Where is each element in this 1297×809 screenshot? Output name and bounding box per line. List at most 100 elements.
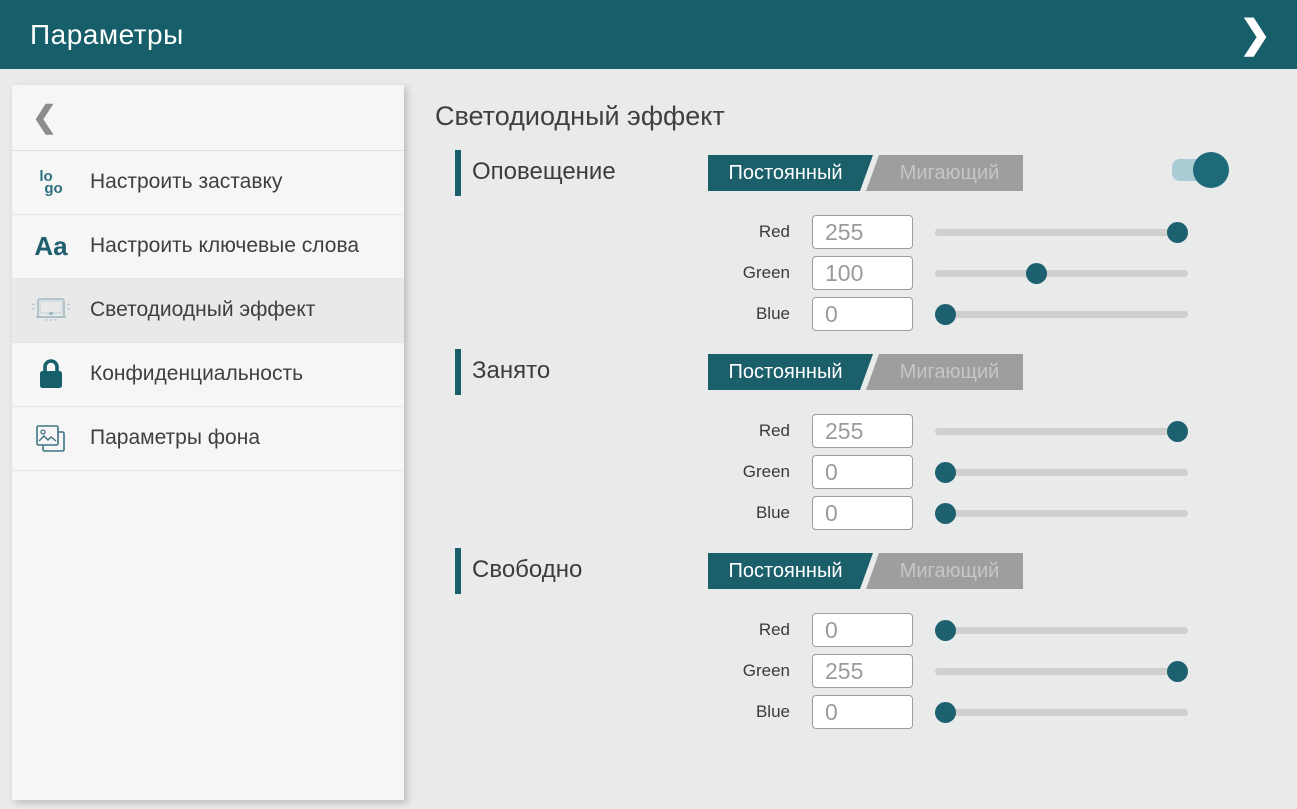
channel-label: Red [435, 620, 790, 640]
sidebar-item-label: Настроить ключевые слова [90, 233, 359, 259]
green-value-input[interactable] [812, 654, 913, 688]
accent-bar [455, 548, 461, 594]
red-slider[interactable] [935, 613, 1188, 647]
channel-row-red: Red [435, 613, 1235, 647]
channel-row-blue: Blue [435, 297, 1235, 331]
red-value-input[interactable] [812, 414, 913, 448]
mode-toggle: Постоянный Мигающий [708, 155, 1023, 191]
lock-icon [12, 358, 90, 392]
mode-blink-button[interactable]: Мигающий [866, 155, 1023, 191]
led-screen-icon [12, 296, 90, 326]
accent-bar [455, 349, 461, 395]
channel-label: Blue [435, 304, 790, 324]
slider-track [935, 709, 1188, 716]
chevron-right-icon[interactable]: ❯ [1239, 16, 1271, 54]
rgb-channels: Red Green Blue [435, 215, 1235, 331]
slider-track [935, 229, 1188, 236]
green-slider[interactable] [935, 455, 1188, 489]
channel-label: Red [435, 222, 790, 242]
section-name: Занято [472, 357, 550, 385]
sidebar-collapse-button[interactable]: ❮ [12, 85, 404, 151]
slider-track [935, 668, 1188, 675]
sidebar-item-label: Параметры фона [90, 425, 260, 451]
channel-row-blue: Blue [435, 496, 1235, 530]
slider-track [935, 428, 1188, 435]
section-header-free: Свободно Постоянный Мигающий [435, 548, 1235, 594]
sidebar: ❮ logo Настроить заставку Aa Настроить к… [12, 85, 404, 800]
slider-thumb[interactable] [935, 702, 956, 723]
slider-thumb[interactable] [935, 620, 956, 641]
red-value-input[interactable] [812, 215, 913, 249]
blue-slider[interactable] [935, 496, 1188, 530]
blue-value-input[interactable] [812, 496, 913, 530]
sidebar-item-background[interactable]: Параметры фона [12, 407, 404, 471]
green-slider[interactable] [935, 256, 1188, 290]
slider-thumb[interactable] [1026, 263, 1047, 284]
mode-solid-button[interactable]: Постоянный [708, 155, 873, 191]
section-header-notification: Оповещение Постоянный Мигающий [435, 150, 1235, 196]
sidebar-item-keywords[interactable]: Aa Настроить ключевые слова [12, 215, 404, 279]
channel-label: Red [435, 421, 790, 441]
main-content: Светодиодный эффект Оповещение Постоянны… [435, 69, 1235, 809]
sidebar-item-splash-screen[interactable]: logo Настроить заставку [12, 151, 404, 215]
channel-label: Green [435, 661, 790, 681]
app-header: Параметры ❯ [0, 0, 1297, 69]
channel-label: Blue [435, 503, 790, 523]
blue-slider[interactable] [935, 695, 1188, 729]
channel-label: Green [435, 462, 790, 482]
rgb-channels: Red Green Blue [435, 613, 1235, 729]
slider-thumb[interactable] [935, 304, 956, 325]
mode-solid-button[interactable]: Постоянный [708, 553, 873, 589]
slider-thumb[interactable] [935, 462, 956, 483]
keywords-icon: Aa [12, 231, 90, 262]
red-value-input[interactable] [812, 613, 913, 647]
channel-label: Green [435, 263, 790, 283]
mode-blink-button[interactable]: Мигающий [866, 354, 1023, 390]
blue-slider[interactable] [935, 297, 1188, 331]
red-slider[interactable] [935, 215, 1188, 249]
slider-thumb[interactable] [1167, 661, 1188, 682]
slider-thumb[interactable] [1167, 222, 1188, 243]
mode-solid-button[interactable]: Постоянный [708, 354, 873, 390]
channel-row-green: Green [435, 455, 1235, 489]
mode-toggle: Постоянный Мигающий [708, 553, 1023, 589]
mode-toggle: Постоянный Мигающий [708, 354, 1023, 390]
mode-blink-button[interactable]: Мигающий [866, 553, 1023, 589]
section-name: Оповещение [472, 158, 616, 186]
logo-icon: logo [12, 171, 90, 195]
channel-row-green: Green [435, 654, 1235, 688]
green-value-input[interactable] [812, 455, 913, 489]
channel-row-red: Red [435, 414, 1235, 448]
slider-thumb[interactable] [1167, 421, 1188, 442]
sidebar-item-led-effect[interactable]: Светодиодный эффект [12, 279, 404, 343]
slider-thumb[interactable] [935, 503, 956, 524]
slider-track [935, 510, 1188, 517]
page-title: Параметры [30, 19, 184, 51]
channel-label: Blue [435, 702, 790, 722]
notification-led-switch[interactable] [1172, 159, 1218, 181]
green-slider[interactable] [935, 654, 1188, 688]
content-title: Светодиодный эффект [435, 101, 1235, 132]
section-name: Свободно [472, 556, 582, 584]
slider-track [935, 469, 1188, 476]
switch-knob [1193, 152, 1229, 188]
chevron-left-icon: ❮ [32, 100, 57, 135]
rgb-channels: Red Green Blue [435, 414, 1235, 530]
green-value-input[interactable] [812, 256, 913, 290]
blue-value-input[interactable] [812, 695, 913, 729]
background-images-icon [12, 423, 90, 455]
sidebar-item-privacy[interactable]: Конфиденциальность [12, 343, 404, 407]
slider-track [935, 270, 1188, 277]
channel-row-blue: Blue [435, 695, 1235, 729]
channel-row-red: Red [435, 215, 1235, 249]
slider-track [935, 311, 1188, 318]
section-header-busy: Занято Постоянный Мигающий [435, 349, 1235, 395]
sidebar-item-label: Конфиденциальность [90, 361, 303, 387]
blue-value-input[interactable] [812, 297, 913, 331]
slider-track [935, 627, 1188, 634]
sidebar-item-label: Светодиодный эффект [90, 297, 315, 323]
red-slider[interactable] [935, 414, 1188, 448]
sidebar-item-label: Настроить заставку [90, 169, 282, 195]
accent-bar [455, 150, 461, 196]
channel-row-green: Green [435, 256, 1235, 290]
